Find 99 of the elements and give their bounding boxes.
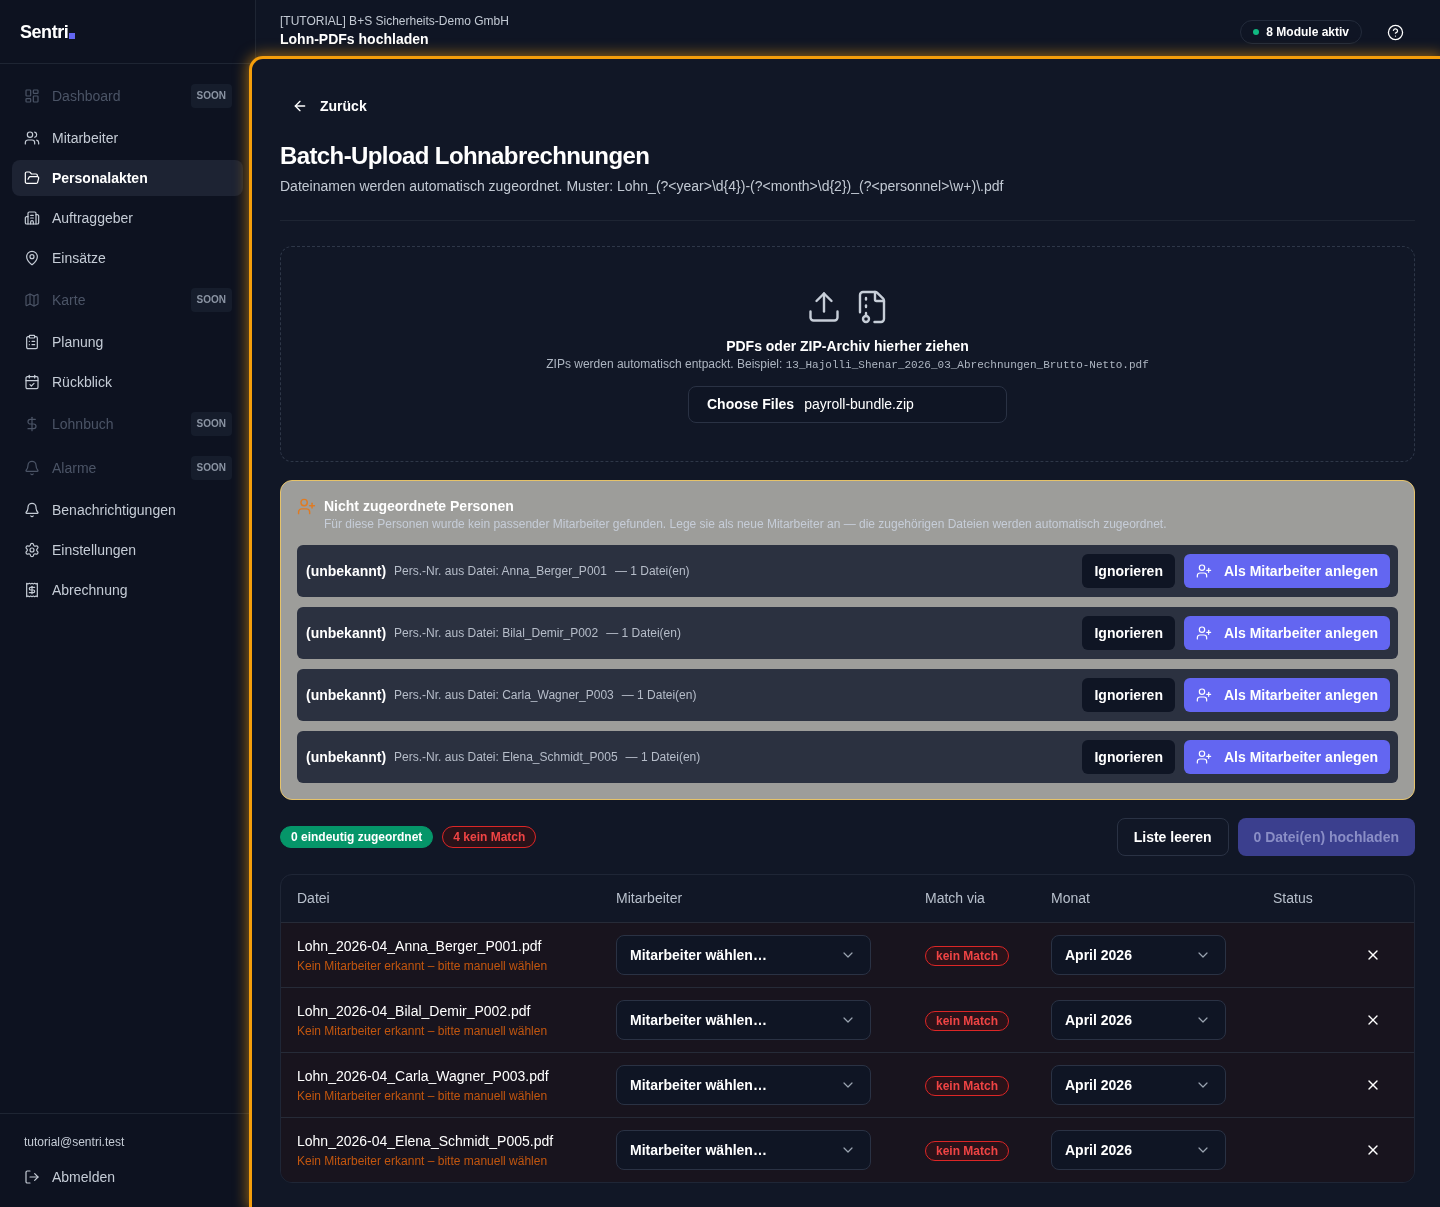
file-count: — 1 Datei(en) [614,563,690,580]
organization-name: [TUTORIAL] B+S Sicherheits-Demo GmbH [280,13,509,29]
sidebar-item[interactable]: Mitarbeiter [12,120,243,156]
soon-badge: SOON [190,84,232,108]
panel-title: Nicht zugeordnete Personen [324,497,515,516]
sidebar-item[interactable]: Auftraggeber [12,200,243,236]
logout-button[interactable]: Abmelden [24,1159,116,1195]
match-warning: Kein Mitarbeiter erkannt – bitte manuell wählen [297,1088,549,1104]
choose-files-button[interactable]: Choose Files [707,394,795,415]
sidebar-item[interactable]: Benachrichtigungen [12,492,243,528]
file-name: Lohn_2026-04_Anna_Berger_P001.pdf [297,937,543,956]
user-plus-icon [1195,687,1212,703]
file-name: Lohn_2026-04_Bilal_Demir_P002.pdf [297,1002,532,1021]
user-plus-icon [1195,625,1212,641]
month-select[interactable]: April 2026 [1051,935,1226,975]
ignore-button[interactable]: Ignorieren [1082,616,1175,650]
subtitle: Dateinamen werden automatisch zugeordnet. Muster: Lohn_(?<year>\d{4})-(?<month>\d{2})_(?<personnel>\w+)\.pdf [280,177,1005,196]
create-employee-button[interactable]: Als Mitarbeiter anlegen [1183,554,1390,588]
user-plus-icon [1195,749,1212,765]
clipboard-icon [24,334,40,350]
person-name: (unbekannt) [306,685,387,705]
match-badge: kein Match [925,1011,1009,1031]
count-badge: 4 kein Match [442,826,537,848]
soon-badge: SOON [190,412,232,436]
person-source: Pers.-Nr. aus Datei: Bilal_Demir_P002 [394,625,599,642]
user-email: tutorial@sentri.test [24,1134,126,1150]
user-plus-icon [1195,563,1212,579]
sidebar-item[interactable]: Planung [12,324,243,360]
bell-icon [24,460,40,476]
column-header: Monat [1050,889,1091,908]
building-icon [24,210,40,226]
person-source: Pers.-Nr. aus Datei: Anna_Berger_P001 [394,563,607,580]
back-button[interactable]: Zurück [280,92,375,120]
person-source: Pers.-Nr. aus Datei: Elena_Schmidt_P005 [394,749,618,766]
match-warning: Kein Mitarbeiter erkannt – bitte manuell wählen [297,1023,549,1039]
person-name: (unbekannt) [306,623,387,643]
match-warning: Kein Mitarbeiter erkannt – bitte manuell wählen [297,958,549,974]
map-icon [24,292,40,308]
user-plus-icon [297,497,316,516]
sidebar-item[interactable]: Personalakten [12,160,243,196]
bell-icon [24,502,40,518]
employee-select[interactable]: Mitarbeiter wählen… [616,1000,871,1040]
ignore-button[interactable]: Ignorieren [1082,678,1175,712]
file-name: Lohn_2026-04_Elena_Schmidt_P005.pdf [297,1132,555,1151]
employee-select[interactable]: Mitarbeiter wählen… [616,935,871,975]
logo-text: Sentri [20,20,69,44]
match-badge: kein Match [925,946,1009,966]
dropzone-title: PDFs oder ZIP-Archiv hierher ziehen [726,337,969,356]
logout-icon [24,1169,40,1185]
sidebar-item[interactable]: Rückblick [12,364,243,400]
clear-list-button[interactable]: Liste leeren [1116,818,1229,856]
person-source: Pers.-Nr. aus Datei: Carla_Wagner_P003 [394,687,614,704]
soon-badge: SOON [190,456,232,480]
dashboard-grid-icon [24,88,40,104]
users-icon [24,130,40,146]
sidebar-item[interactable]: Einsätze [12,240,243,276]
employee-select[interactable]: Mitarbeiter wählen… [616,1130,871,1170]
month-select[interactable]: April 2026 [1051,1065,1226,1105]
map-pin-icon [24,250,40,266]
create-employee-button[interactable]: Als Mitarbeiter anlegen [1183,616,1390,650]
folder-icon [24,170,40,186]
sidebar-item[interactable]: Abrechnung [12,572,243,608]
calendar-check-icon [24,374,40,390]
employee-select[interactable]: Mitarbeiter wählen… [616,1065,871,1105]
column-header: Match via [924,889,986,908]
create-employee-button[interactable]: Als Mitarbeiter anlegen [1183,678,1390,712]
dollar-icon [24,416,40,432]
receipt-icon [24,582,40,598]
dropzone-hint: ZIPs werden automatisch entpackt. Beispiel: 13_Hajolli_Shenar_2026_03_Abrechnungen_Brutto-Netto.pdf [546,356,1149,373]
modules-label: 8 Module aktiv [1266,24,1349,41]
page-title: Lohn-PDFs hochladen [280,30,430,49]
arrow-left-icon [292,98,308,114]
month-select[interactable]: April 2026 [1051,1000,1226,1040]
count-badge: 0 eindeutig zugeordnet [280,826,434,848]
match-badge: kein Match [925,1141,1009,1161]
file-name: payroll-bundle.zip [804,395,914,414]
person-name: (unbekannt) [306,747,387,767]
match-badge: kein Match [925,1076,1009,1096]
column-header: Datei [296,889,331,908]
ignore-button[interactable]: Ignorieren [1082,554,1175,588]
person-name: (unbekannt) [306,561,387,581]
sidebar-item[interactable]: Einstellungen [12,532,243,568]
dropzone[interactable]: PDFs oder ZIP-Archiv hierher ziehen ZIPs werden automatisch entpackt. Beispiel: 13_Hajolli_Shenar_2026_03_Abrechnungen_Brutto-Netto.pdf Choose Files payroll-bundle.zip [280,246,1415,462]
ignore-button[interactable]: Ignorieren [1082,740,1175,774]
month-select[interactable]: April 2026 [1051,1130,1226,1170]
file-name: Lohn_2026-04_Carla_Wagner_P003.pdf [297,1067,550,1086]
column-header: Status [1272,889,1314,908]
file-count: — 1 Datei(en) [621,687,697,704]
heading: Batch-Upload Lohnabrechnungen [280,141,651,171]
create-employee-button[interactable]: Als Mitarbeiter anlegen [1183,740,1390,774]
file-count: — 1 Datei(en) [625,749,701,766]
file-count: — 1 Datei(en) [606,625,681,642]
soon-badge: SOON [190,288,232,312]
column-header: Mitarbeiter [615,889,684,908]
match-warning: Kein Mitarbeiter erkannt – bitte manuell wählen [297,1153,549,1169]
file-picker[interactable]: Choose Files payroll-bundle.zip [688,386,1007,423]
help-icon[interactable] [1387,23,1404,41]
panel-description: Für diese Personen wurde kein passender Mitarbeiter gefunden. Lege sie als neue Mitarbeiter an — die zugehörigen Dateien werden automatisch zugeordnet. [324,516,1167,532]
settings-icon [24,542,40,558]
